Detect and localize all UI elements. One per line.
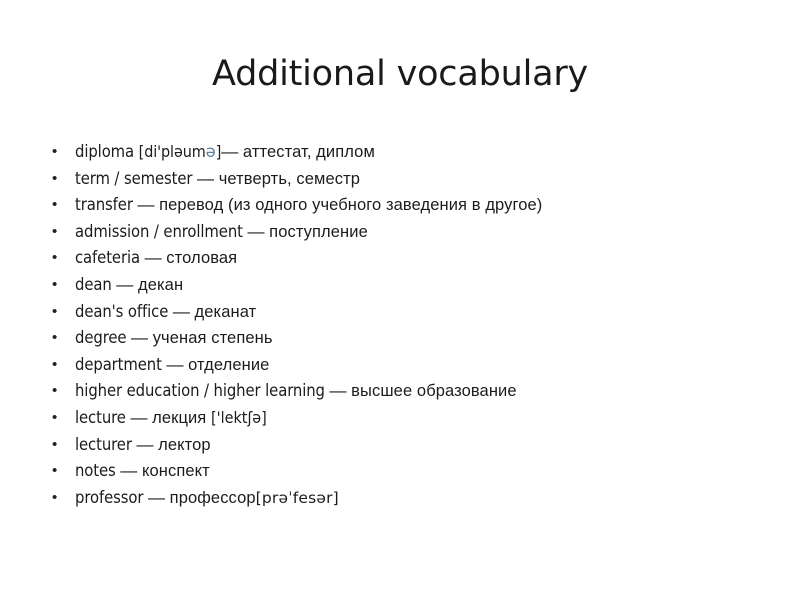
vocabulary-translation: профессор (164, 488, 256, 507)
separator-dash: — (120, 461, 138, 481)
bullet-point-icon: • (52, 488, 58, 506)
bullet-point-icon: • (52, 355, 58, 373)
vocabulary-term: professor (75, 487, 148, 507)
list-item: • department — отделение (46, 352, 766, 379)
vocabulary-transcription: ['lektʃə] (211, 407, 267, 427)
vocabulary-term: lecturer (75, 434, 137, 454)
list-item: • notes — конспект (46, 458, 766, 485)
vocabulary-translation: отделение (183, 355, 270, 374)
list-item: • lecturer — лектор (46, 432, 766, 459)
list-item: • dean — декан (46, 272, 766, 299)
vocabulary-translation: столовая (161, 249, 238, 268)
bullet-point-icon: • (52, 329, 58, 347)
vocabulary-translation: деканат (189, 302, 257, 321)
vocabulary-term: department (75, 354, 167, 374)
vocabulary-translation: лектор (153, 435, 211, 454)
vocabulary-term: admission / enrollment (75, 221, 248, 241)
vocabulary-term: degree (75, 328, 132, 348)
vocabulary-term: diploma (75, 142, 135, 161)
transcription-part-mid: əum (173, 142, 206, 161)
vocabulary-transcription: [di'pləumə] (134, 142, 222, 161)
vocabulary-translation: ученая степень (148, 329, 273, 348)
vocabulary-translation: четверть, семестр (214, 169, 361, 188)
list-item: • degree — ученая степень (46, 325, 766, 352)
separator-dash: — (144, 248, 162, 268)
vocabulary-term: dean's office (75, 301, 173, 321)
list-item: • cafeteria — столовая (46, 245, 766, 272)
vocabulary-term: notes (75, 461, 121, 481)
bullet-point-icon: • (52, 302, 58, 320)
separator-dash: — (116, 274, 134, 294)
vocabulary-translation: высшее образование (346, 382, 517, 401)
separator-dash: — (136, 434, 154, 454)
bullet-point-icon: • (52, 408, 58, 426)
transcription-schwa-glyph: ə (205, 142, 216, 161)
bullet-point-icon: • (52, 196, 58, 214)
bullet-point-icon: • (52, 275, 58, 293)
list-item: • dean's office — деканат (46, 299, 766, 326)
vocabulary-transcription: [prəˈfesər] (255, 488, 339, 507)
separator-dash: — (197, 168, 215, 188)
vocabulary-translation: поступление (264, 222, 368, 241)
bullet-point-icon: • (52, 169, 58, 187)
separator-dash: — (131, 328, 149, 348)
vocabulary-translation: конспект (137, 462, 210, 481)
vocabulary-translation: перевод (из одного учебного заведения в … (154, 196, 543, 215)
list-item: • term / semester — четверть, семестр (46, 166, 766, 193)
bullet-point-icon: • (52, 222, 58, 240)
list-item: • lecture — лекция ['lektʃə] (46, 405, 766, 432)
bullet-point-icon: • (52, 382, 58, 400)
vocabulary-translation: аттестат, диплом (238, 143, 375, 161)
slide: Additional vocabulary • diploma [di'pləu… (0, 0, 800, 600)
separator-dash: — (130, 407, 148, 427)
list-item: • diploma [di'pləumə]— аттестат, диплом (46, 139, 766, 166)
separator-dash: — (137, 195, 155, 215)
bullet-point-icon: • (52, 435, 58, 453)
vocabulary-term: dean (75, 274, 117, 294)
vocabulary-term: transfer (75, 195, 138, 215)
bullet-point-icon: • (52, 143, 58, 160)
vocabulary-term: higher education / higher learning (75, 381, 330, 401)
page-title: Additional vocabulary (211, 54, 589, 94)
bullet-point-icon: • (52, 249, 58, 267)
vocabulary-term: cafeteria (75, 248, 145, 268)
vocabulary-translation: лекция (147, 408, 212, 427)
separator-dash: — (329, 381, 347, 401)
separator-dash: — (166, 354, 184, 374)
vocabulary-list: • diploma [di'pləumə]— аттестат, диплом … (46, 139, 766, 511)
vocabulary-term: lecture (75, 407, 131, 427)
separator-dash: — (247, 221, 265, 241)
vocabulary-translation: декан (133, 275, 184, 294)
list-item: • professor — профессор[prəˈfesər] (46, 485, 766, 512)
separator-dash: — (172, 301, 190, 321)
separator-dash: — (221, 142, 239, 161)
list-item: • transfer — перевод (из одного учебного… (46, 192, 766, 219)
list-item: • admission / enrollment — поступление (46, 219, 766, 246)
transcription-part-open: [di'pl (138, 142, 174, 161)
list-item: • higher education / higher learning — в… (46, 378, 766, 405)
vocabulary-term: term / semester (75, 168, 198, 188)
bullet-point-icon: • (52, 462, 58, 480)
separator-dash: — (147, 487, 165, 507)
